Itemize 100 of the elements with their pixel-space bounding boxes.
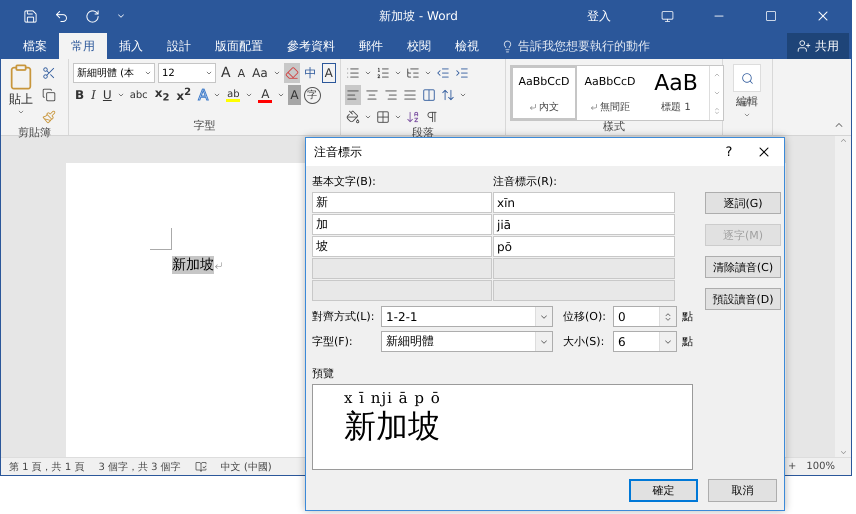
base-text-field[interactable]: 坡 [312, 236, 492, 257]
shrink-font-button[interactable]: A [236, 63, 248, 83]
ruby-text-field[interactable]: jiā [493, 214, 675, 235]
dialog-button[interactable]: 清除讀音(C) [705, 256, 781, 278]
maximize-icon[interactable] [765, 10, 777, 22]
save-icon[interactable] [23, 8, 38, 24]
column-header: 注音標示(R): [493, 174, 558, 190]
scroll-down-icon[interactable] [838, 448, 848, 457]
ribbon-tab[interactable]: 檢視 [443, 33, 491, 59]
offset-spinner[interactable]: 0 [613, 306, 677, 327]
alignment-dropdown[interactable]: 1-2-1 [381, 306, 553, 327]
scroll-up-icon[interactable] [838, 136, 848, 145]
caret-icon[interactable] [277, 91, 286, 99]
ruby-text-field[interactable]: pō [493, 236, 675, 257]
font-dropdown[interactable]: 新細明體 [381, 331, 553, 352]
field-label: 對齊方式(L): [312, 309, 376, 324]
base-text-field[interactable]: 加 [312, 214, 492, 235]
font-name-field[interactable]: 新細明體 (本 [73, 63, 155, 83]
undo-icon[interactable] [54, 8, 69, 24]
shading-button[interactable]: A [288, 85, 301, 105]
caret-icon[interactable] [364, 69, 372, 77]
sign-in-link[interactable]: 登入 [587, 8, 611, 24]
ruby-text-field[interactable]: xīn [493, 192, 675, 213]
dialog-button[interactable]: 預設讀音(D) [705, 288, 781, 310]
caret-icon[interactable] [272, 69, 281, 77]
sort-icon[interactable] [406, 110, 420, 124]
status-text: 中文 (中國) [220, 460, 272, 474]
caret-icon[interactable] [116, 91, 125, 99]
ribbon-tab[interactable]: 檔案 [11, 33, 59, 59]
tell-me-field[interactable]: 告訴我您想要執行的動作 [518, 38, 650, 54]
script-button[interactable]: x$^{2}$ [174, 85, 194, 105]
justify-icon[interactable] [403, 88, 417, 102]
proofing-icon[interactable] [194, 460, 207, 472]
character-border-button[interactable]: A [322, 63, 336, 83]
paint-bucket-icon[interactable] [346, 110, 360, 124]
dialog-button[interactable]: 取消 [708, 479, 777, 502]
distributed-icon[interactable] [422, 88, 436, 102]
unit-label: 點 [682, 334, 693, 349]
ribbon-tab[interactable]: 常用 [59, 33, 107, 59]
field-label: 位移(O): [563, 309, 607, 324]
dialog-button[interactable]: 逐詞(G) [705, 192, 781, 214]
ribbon-tab[interactable]: 參考資料 [275, 33, 347, 59]
share-button[interactable]: 共用 [787, 33, 849, 59]
caret-icon[interactable] [394, 69, 402, 77]
underline-button[interactable]: U [100, 85, 114, 105]
align-center-icon[interactable] [365, 88, 379, 102]
group-label: 段落 [411, 127, 435, 139]
highlight-button[interactable]: ab [224, 85, 242, 105]
caret-icon[interactable] [394, 113, 402, 121]
line-spacing-icon[interactable] [441, 88, 455, 102]
caret-icon[interactable] [459, 91, 467, 99]
dialog-button[interactable]: 確定 [629, 479, 698, 502]
pilcrow-icon[interactable] [425, 110, 439, 124]
caret-icon[interactable] [245, 91, 254, 99]
scroll-bar[interactable] [835, 136, 851, 457]
caret-icon[interactable] [743, 111, 751, 119]
align-right-icon[interactable] [384, 88, 398, 102]
zoom-level[interactable]: 100% [806, 461, 835, 472]
ribbon-tab[interactable]: 版面配置 [203, 33, 275, 59]
multilevel-list-icon[interactable] [406, 66, 420, 80]
numbering-icon[interactable] [376, 66, 390, 80]
enclose-character-button[interactable]: 字 [304, 86, 321, 104]
help-button[interactable]: ? [714, 144, 744, 160]
script-button[interactable]: x$_{2}$ [152, 85, 172, 105]
style-item[interactable]: AaBbCcD 內文 [511, 66, 577, 120]
font-color-button[interactable]: A [256, 85, 274, 105]
editing-button[interactable]: 編輯 [727, 63, 767, 135]
phonetic-guide-button[interactable]: 中 [302, 63, 319, 83]
grow-font-button[interactable]: A [219, 63, 233, 83]
ribbon-display-icon[interactable] [660, 10, 674, 22]
borders-icon[interactable] [376, 110, 390, 124]
increase-indent-icon[interactable] [455, 66, 469, 80]
caret-icon[interactable] [205, 69, 213, 77]
change-case-button[interactable]: Aa [250, 63, 270, 83]
copy-icon[interactable] [42, 88, 56, 102]
base-text-field[interactable]: 新 [312, 192, 492, 213]
ribbon-tab[interactable]: 插入 [107, 33, 155, 59]
scroll-up-icon[interactable] [712, 71, 720, 79]
lightbulb-icon [501, 40, 514, 52]
caret-icon[interactable] [144, 69, 152, 77]
scroll-down-icon[interactable] [712, 89, 720, 97]
spin-icon[interactable] [663, 312, 673, 322]
decrease-indent-icon[interactable] [436, 66, 450, 80]
redo-icon[interactable] [85, 8, 100, 24]
zoom-in-button[interactable]: + [788, 461, 796, 472]
font-size-field[interactable]: 12 [158, 63, 216, 83]
cut-icon[interactable] [42, 66, 56, 80]
paste-button[interactable]: 貼上 [5, 63, 37, 127]
strikethrough-button[interactable]: abc [128, 85, 150, 105]
ribbon-tab[interactable]: 設計 [155, 33, 203, 59]
caret-icon[interactable] [213, 91, 222, 99]
align-left-icon[interactable] [346, 88, 360, 102]
size-dropdown[interactable]: 6 [613, 331, 677, 352]
bold-button[interactable]: B [73, 85, 86, 105]
caret-icon[interactable] [364, 113, 372, 121]
ribbon-tab[interactable]: 校閱 [395, 33, 443, 59]
caret-icon[interactable] [424, 69, 432, 77]
italic-button[interactable]: I [89, 85, 98, 105]
ribbon-tab[interactable]: 郵件 [347, 33, 395, 59]
caret-icon[interactable] [17, 108, 25, 116]
